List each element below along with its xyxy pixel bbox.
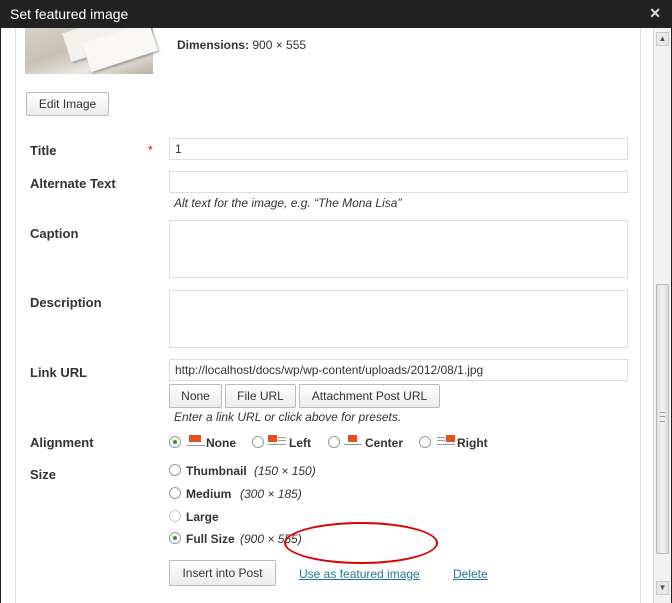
- size-thumbnail-radio[interactable]: [169, 464, 181, 476]
- delete-link[interactable]: Delete: [453, 567, 488, 581]
- image-thumbnail: [25, 28, 158, 74]
- scroll-up-icon[interactable]: ▲: [656, 32, 669, 46]
- align-right-label: Right: [457, 436, 488, 450]
- align-center-radio[interactable]: [328, 436, 340, 448]
- description-textarea[interactable]: [169, 290, 628, 348]
- align-none-radio[interactable]: [169, 436, 181, 448]
- alignment-label: Alignment: [30, 435, 94, 450]
- alt-text-label: Alternate Text: [30, 176, 116, 191]
- required-mark: *: [148, 143, 153, 157]
- size-label: Size: [30, 467, 57, 482]
- close-icon[interactable]: ✕: [649, 5, 661, 22]
- vertical-scrollbar[interactable]: ▲ ▼: [653, 28, 671, 603]
- title-input[interactable]: 1: [169, 138, 628, 160]
- size-large-radio: [169, 510, 181, 522]
- link-none-button[interactable]: None: [169, 384, 222, 408]
- scroll-thumb[interactable]: [656, 284, 669, 554]
- dialog-content: Dimensions: 900 × 555 Edit Image Title *…: [1, 28, 653, 603]
- edit-image-button[interactable]: Edit Image: [26, 92, 109, 116]
- highlight-ellipse: [284, 522, 438, 564]
- dialog-titlebar: Set featured image ✕: [1, 0, 672, 28]
- align-none-icon: [187, 435, 205, 446]
- size-thumbnail-label: Thumbnail: [186, 464, 247, 478]
- size-medium-dims: (300 × 185): [240, 487, 302, 501]
- size-medium-label: Medium: [186, 487, 232, 501]
- size-thumbnail-dims: (150 × 150): [254, 464, 316, 478]
- size-full-label: Full Size: [186, 532, 235, 546]
- align-left-label: Left: [289, 436, 311, 450]
- dimensions-value: 900 × 555: [252, 38, 307, 52]
- scroll-down-icon[interactable]: ▼: [656, 581, 669, 595]
- caption-label: Caption: [30, 226, 79, 241]
- link-attachment-url-button[interactable]: Attachment Post URL: [299, 384, 440, 408]
- link-url-input[interactable]: http://localhost/docs/wp/wp-content/uplo…: [169, 359, 628, 381]
- size-medium-radio[interactable]: [169, 487, 181, 499]
- link-url-hint: Enter a link URL or click above for pres…: [174, 410, 402, 424]
- description-label: Description: [30, 295, 102, 310]
- link-file-url-button[interactable]: File URL: [225, 384, 296, 408]
- insert-into-post-button[interactable]: Insert into Post: [169, 560, 276, 586]
- align-center-label: Center: [365, 436, 404, 450]
- image-dimensions: Dimensions: 900 × 555: [177, 38, 306, 52]
- align-left-icon: [268, 435, 286, 446]
- title-label: Title: [30, 143, 57, 158]
- media-dialog: Set featured image ✕ Dimensions: 900 × 5…: [0, 0, 672, 603]
- align-center-icon: [344, 435, 362, 446]
- link-url-label: Link URL: [30, 365, 88, 380]
- dialog-title: Set featured image: [10, 6, 129, 22]
- dimensions-label: Dimensions:: [177, 38, 250, 52]
- align-right-radio[interactable]: [419, 436, 431, 448]
- alt-text-hint: Alt text for the image, e.g. “The Mona L…: [174, 196, 402, 210]
- size-full-radio[interactable]: [169, 532, 181, 544]
- caption-textarea[interactable]: [169, 220, 628, 278]
- use-as-featured-image-link[interactable]: Use as featured image: [299, 567, 420, 581]
- size-large-label: Large: [186, 510, 219, 524]
- align-left-radio[interactable]: [252, 436, 264, 448]
- alt-text-input[interactable]: [169, 171, 628, 193]
- align-right-icon: [437, 435, 455, 446]
- align-none-label: None: [206, 436, 236, 450]
